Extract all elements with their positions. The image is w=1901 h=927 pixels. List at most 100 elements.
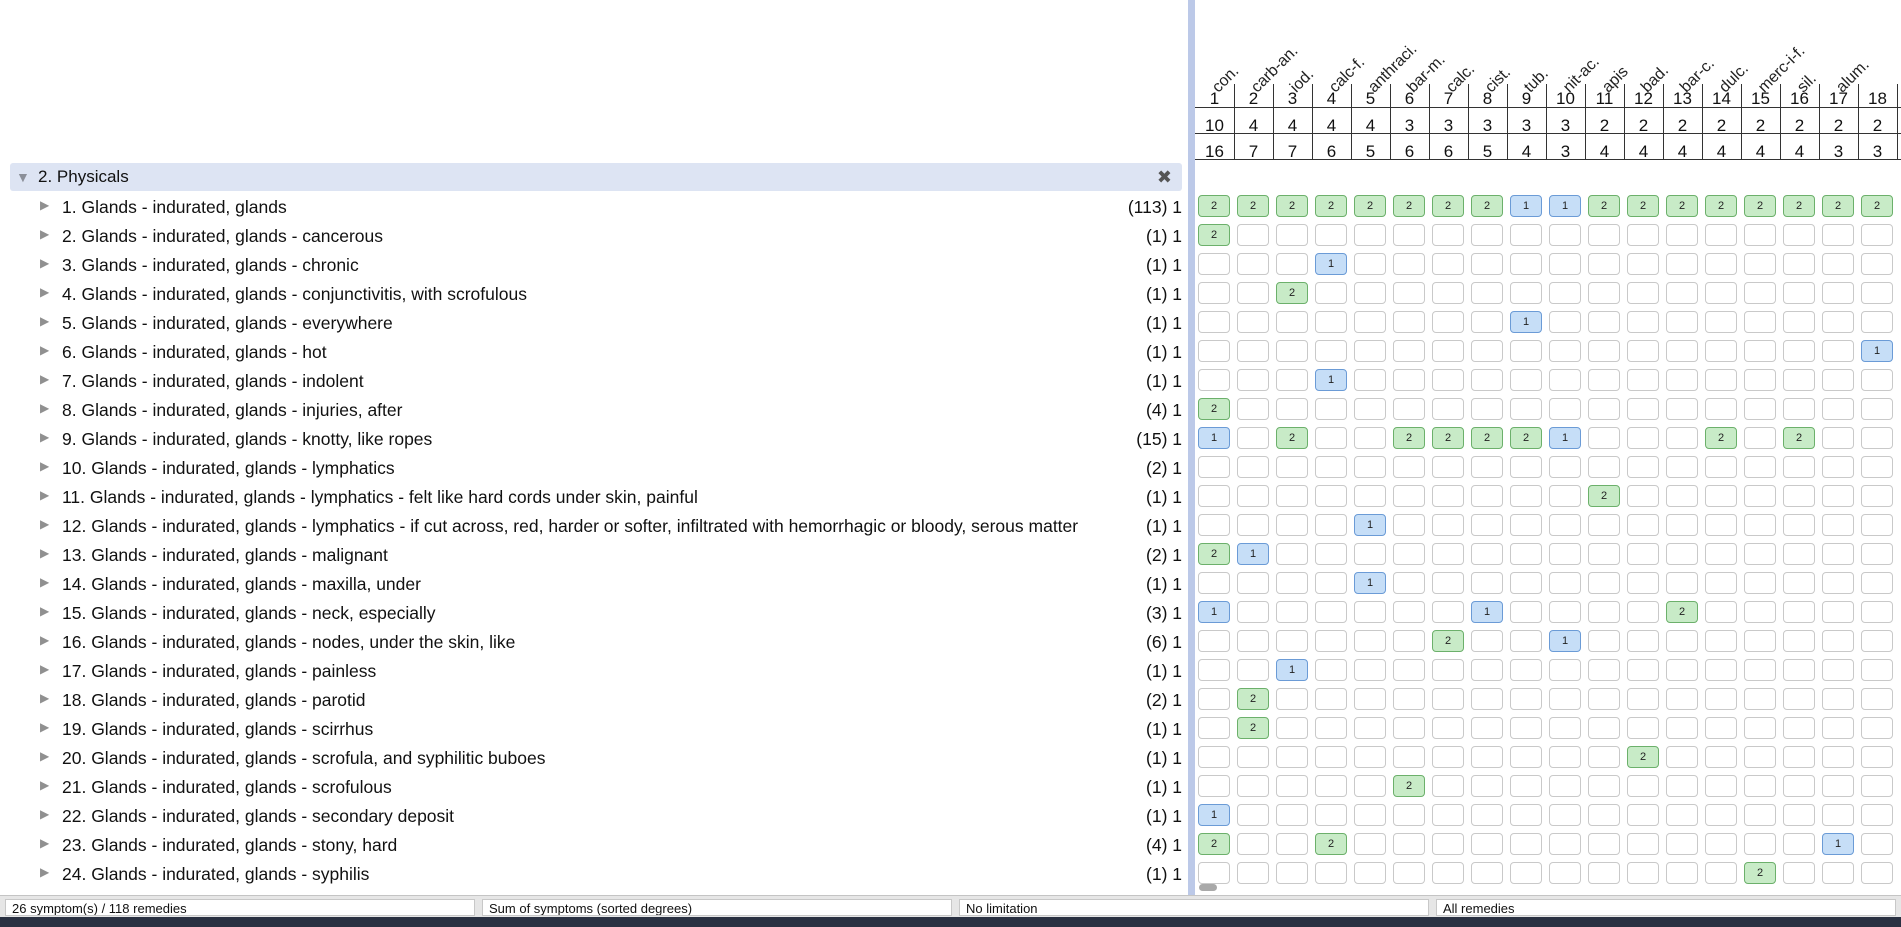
empty-cell[interactable] bbox=[1627, 833, 1659, 855]
empty-cell[interactable] bbox=[1822, 282, 1854, 304]
expand-triangle-icon[interactable]: ▶ bbox=[40, 662, 49, 676]
degree-cell[interactable]: 1 bbox=[1510, 195, 1542, 217]
empty-cell[interactable] bbox=[1315, 862, 1347, 884]
empty-cell[interactable] bbox=[1393, 630, 1425, 652]
empty-cell[interactable] bbox=[1549, 862, 1581, 884]
degree-cell[interactable]: 2 bbox=[1393, 775, 1425, 797]
empty-cell[interactable] bbox=[1627, 543, 1659, 565]
rubric-row[interactable]: ▶ 24. Glands - indurated, glands - syphil… bbox=[0, 859, 1188, 888]
expand-triangle-icon[interactable]: ▶ bbox=[40, 575, 49, 589]
empty-cell[interactable] bbox=[1822, 543, 1854, 565]
empty-cell[interactable] bbox=[1237, 485, 1269, 507]
empty-cell[interactable] bbox=[1393, 601, 1425, 623]
empty-cell[interactable] bbox=[1393, 253, 1425, 275]
empty-cell[interactable] bbox=[1354, 717, 1386, 739]
empty-cell[interactable] bbox=[1393, 717, 1425, 739]
empty-cell[interactable] bbox=[1237, 369, 1269, 391]
rubric-row[interactable]: ▶ 19. Glands - indurated, glands - scirrh… bbox=[0, 714, 1188, 743]
empty-cell[interactable] bbox=[1276, 717, 1308, 739]
degree-cell[interactable]: 1 bbox=[1354, 572, 1386, 594]
empty-cell[interactable] bbox=[1666, 253, 1698, 275]
empty-cell[interactable] bbox=[1822, 688, 1854, 710]
degree-cell[interactable]: 2 bbox=[1627, 746, 1659, 768]
empty-cell[interactable] bbox=[1549, 746, 1581, 768]
empty-cell[interactable] bbox=[1549, 601, 1581, 623]
empty-cell[interactable] bbox=[1432, 253, 1464, 275]
empty-cell[interactable] bbox=[1510, 340, 1542, 362]
degree-cell[interactable]: 2 bbox=[1861, 195, 1893, 217]
degree-cell[interactable]: 2 bbox=[1588, 485, 1620, 507]
empty-cell[interactable] bbox=[1432, 398, 1464, 420]
empty-cell[interactable] bbox=[1276, 862, 1308, 884]
expand-triangle-icon[interactable]: ▶ bbox=[40, 459, 49, 473]
empty-cell[interactable] bbox=[1666, 659, 1698, 681]
empty-cell[interactable] bbox=[1510, 572, 1542, 594]
degree-cell[interactable]: 2 bbox=[1705, 427, 1737, 449]
empty-cell[interactable] bbox=[1705, 746, 1737, 768]
empty-cell[interactable] bbox=[1861, 688, 1893, 710]
expand-triangle-icon[interactable]: ▶ bbox=[40, 401, 49, 415]
empty-cell[interactable] bbox=[1393, 833, 1425, 855]
empty-cell[interactable] bbox=[1861, 630, 1893, 652]
empty-cell[interactable] bbox=[1354, 311, 1386, 333]
empty-cell[interactable] bbox=[1549, 717, 1581, 739]
rubric-row[interactable]: ▶ 8. Glands - indurated, glands - injurie… bbox=[0, 395, 1188, 424]
expand-triangle-icon[interactable]: ▶ bbox=[40, 430, 49, 444]
empty-cell[interactable] bbox=[1627, 659, 1659, 681]
degree-cell[interactable]: 2 bbox=[1237, 688, 1269, 710]
empty-cell[interactable] bbox=[1549, 311, 1581, 333]
empty-cell[interactable] bbox=[1549, 253, 1581, 275]
empty-cell[interactable] bbox=[1198, 862, 1230, 884]
empty-cell[interactable] bbox=[1627, 514, 1659, 536]
empty-cell[interactable] bbox=[1393, 485, 1425, 507]
empty-cell[interactable] bbox=[1705, 862, 1737, 884]
degree-cell[interactable]: 2 bbox=[1471, 195, 1503, 217]
empty-cell[interactable] bbox=[1549, 688, 1581, 710]
degree-cell[interactable]: 2 bbox=[1627, 195, 1659, 217]
degree-cell[interactable]: 1 bbox=[1549, 195, 1581, 217]
empty-cell[interactable] bbox=[1354, 862, 1386, 884]
empty-cell[interactable] bbox=[1237, 630, 1269, 652]
empty-cell[interactable] bbox=[1198, 282, 1230, 304]
empty-cell[interactable] bbox=[1198, 514, 1230, 536]
degree-cell[interactable]: 2 bbox=[1198, 543, 1230, 565]
empty-cell[interactable] bbox=[1627, 804, 1659, 826]
empty-cell[interactable] bbox=[1510, 601, 1542, 623]
empty-cell[interactable] bbox=[1393, 398, 1425, 420]
empty-cell[interactable] bbox=[1744, 717, 1776, 739]
empty-cell[interactable] bbox=[1315, 746, 1347, 768]
degree-cell[interactable]: 2 bbox=[1237, 717, 1269, 739]
empty-cell[interactable] bbox=[1822, 659, 1854, 681]
rubric-row[interactable]: ▶ 12. Glands - indurated, glands - lympha… bbox=[0, 511, 1188, 540]
rubric-row[interactable]: ▶ 6. Glands - indurated, glands - hot (1) … bbox=[0, 337, 1188, 366]
empty-cell[interactable] bbox=[1432, 369, 1464, 391]
empty-cell[interactable] bbox=[1861, 746, 1893, 768]
empty-cell[interactable] bbox=[1588, 253, 1620, 275]
empty-cell[interactable] bbox=[1744, 456, 1776, 478]
degree-cell[interactable]: 2 bbox=[1198, 833, 1230, 855]
empty-cell[interactable] bbox=[1666, 398, 1698, 420]
empty-cell[interactable] bbox=[1237, 253, 1269, 275]
empty-cell[interactable] bbox=[1276, 804, 1308, 826]
empty-cell[interactable] bbox=[1237, 746, 1269, 768]
empty-cell[interactable] bbox=[1861, 282, 1893, 304]
empty-cell[interactable] bbox=[1354, 543, 1386, 565]
expand-triangle-icon[interactable]: ▶ bbox=[40, 604, 49, 618]
empty-cell[interactable] bbox=[1744, 543, 1776, 565]
rubric-row[interactable]: ▶ 22. Glands - indurated, glands - second… bbox=[0, 801, 1188, 830]
empty-cell[interactable] bbox=[1354, 804, 1386, 826]
empty-cell[interactable] bbox=[1471, 340, 1503, 362]
empty-cell[interactable] bbox=[1237, 427, 1269, 449]
empty-cell[interactable] bbox=[1705, 369, 1737, 391]
empty-cell[interactable] bbox=[1627, 601, 1659, 623]
empty-cell[interactable] bbox=[1705, 804, 1737, 826]
empty-cell[interactable] bbox=[1861, 456, 1893, 478]
empty-cell[interactable] bbox=[1666, 804, 1698, 826]
empty-cell[interactable] bbox=[1627, 456, 1659, 478]
empty-cell[interactable] bbox=[1510, 224, 1542, 246]
group-header[interactable]: ▼ 2. Physicals ✖ bbox=[10, 163, 1182, 191]
empty-cell[interactable] bbox=[1705, 456, 1737, 478]
empty-cell[interactable] bbox=[1666, 717, 1698, 739]
empty-cell[interactable] bbox=[1861, 601, 1893, 623]
empty-cell[interactable] bbox=[1198, 659, 1230, 681]
